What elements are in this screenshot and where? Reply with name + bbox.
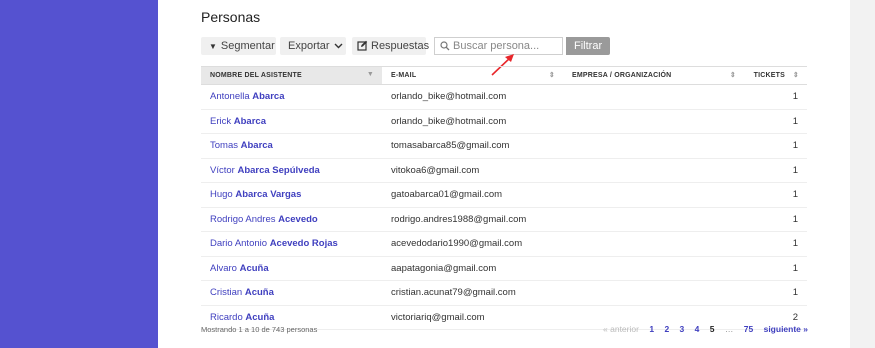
search-icon (440, 41, 450, 51)
column-header-tickets[interactable]: TICKETS ⇕ (744, 66, 807, 85)
person-company (563, 84, 744, 110)
person-tickets: 1 (744, 109, 807, 134)
person-tickets: 1 (744, 182, 807, 208)
person-name-link[interactable]: Tomas Abarca (201, 133, 382, 159)
pagination-page[interactable]: 4 (695, 324, 700, 334)
person-name-link[interactable]: Cristian Acuña (201, 280, 382, 306)
right-margin-band (850, 0, 875, 348)
page-title: Personas (201, 9, 261, 25)
table-row: Erick Abarca orlando_bike@hotmail.com 1 (201, 109, 807, 134)
export-label: Exportar (288, 40, 330, 52)
sort-icon: ⇕ (548, 72, 555, 79)
people-table: NOMBRE DEL ASISTENTE ▼ E-MAIL ⇕ EMPRESA / … (201, 66, 807, 330)
person-tickets: 1 (744, 256, 807, 281)
person-company (563, 109, 744, 134)
segment-button[interactable]: ▼ Segmentar (201, 37, 276, 55)
column-header-company[interactable]: EMPRESA / ORGANIZACIÓN ⇕ (563, 66, 744, 85)
column-header-name[interactable]: NOMBRE DEL ASISTENTE ▼ (201, 66, 382, 85)
person-company (563, 231, 744, 257)
filter-button[interactable]: Filtrar (566, 37, 611, 55)
person-tickets: 1 (744, 280, 807, 306)
responses-button[interactable]: Respuestas (352, 37, 430, 55)
caret-down-icon: ▼ (209, 42, 217, 51)
table-row: Dario Antonio Acevedo Rojas acevedodario… (201, 231, 807, 257)
person-tickets: 1 (744, 84, 807, 110)
pagination-current-page: 5 (709, 324, 715, 334)
person-company (563, 182, 744, 208)
person-email: orlando_bike@hotmail.com (382, 84, 563, 110)
person-name-link[interactable]: Víctor Abarca Sepúlveda (201, 158, 382, 183)
left-sidebar-band (0, 0, 158, 348)
table-row: Antonella Abarca orlando_bike@hotmail.co… (201, 84, 807, 110)
table-row: Rodrigo Andres Acevedo rodrigo.andres198… (201, 207, 807, 232)
responses-label: Respuestas (371, 40, 430, 52)
column-header-email[interactable]: E-MAIL ⇕ (382, 66, 563, 85)
person-name-link[interactable]: Dario Antonio Acevedo Rojas (201, 231, 382, 257)
pagination-prev[interactable]: « anterior (603, 324, 639, 334)
pagination-last-page[interactable]: 75 (744, 324, 753, 334)
person-name-link[interactable]: Alvaro Acuña (201, 256, 382, 281)
person-name-link[interactable]: Erick Abarca (201, 109, 382, 134)
person-email: tomasabarca85@gmail.com (382, 133, 563, 159)
person-company (563, 280, 744, 306)
table-header-row: NOMBRE DEL ASISTENTE ▼ E-MAIL ⇕ EMPRESA / … (201, 66, 807, 85)
sort-icon: ⇕ (792, 72, 799, 79)
person-email: acevedodario1990@gmail.com (382, 231, 563, 257)
person-company (563, 133, 744, 159)
segment-label: Segmentar (220, 40, 275, 52)
pagination: « anterior 1 2 3 4 5 … 75 siguiente » (595, 324, 808, 334)
table-row: Cristian Acuña cristian.acunat79@gmail.c… (201, 280, 807, 306)
table-row: Víctor Abarca Sepúlveda vitokoa6@gmail.c… (201, 158, 807, 183)
person-name-link[interactable]: Hugo Abarca Vargas (201, 182, 382, 208)
pagination-page[interactable]: 3 (680, 324, 685, 334)
table-row: Tomas Abarca tomasabarca85@gmail.com 1 (201, 133, 807, 159)
person-company (563, 207, 744, 232)
pagination-ellipsis: … (724, 324, 734, 334)
person-tickets: 1 (744, 133, 807, 159)
person-email: gatoabarca01@gmail.com (382, 182, 563, 208)
pagination-next[interactable]: siguiente » (764, 324, 808, 334)
table-row: Hugo Abarca Vargas gatoabarca01@gmail.co… (201, 182, 807, 208)
person-email: aapatagonia@gmail.com (382, 256, 563, 281)
edit-icon (357, 40, 368, 51)
person-email: cristian.acunat79@gmail.com (382, 280, 563, 306)
pagination-page[interactable]: 2 (664, 324, 669, 334)
person-email: victoriariq@gmail.com (382, 305, 563, 330)
person-tickets: 1 (744, 207, 807, 232)
sort-icon: ⇕ (729, 72, 736, 79)
sort-icon: ▼ (366, 71, 374, 78)
person-email: vitokoa6@gmail.com (382, 158, 563, 183)
export-button[interactable]: Exportar (280, 37, 346, 55)
person-email: rodrigo.andres1988@gmail.com (382, 207, 563, 232)
person-name-link[interactable]: Rodrigo Andres Acevedo (201, 207, 382, 232)
person-name-link[interactable]: Antonella Abarca (201, 84, 382, 110)
pagination-page[interactable]: 1 (649, 324, 654, 334)
person-company (563, 256, 744, 281)
person-email: orlando_bike@hotmail.com (382, 109, 563, 134)
person-company (563, 158, 744, 183)
chevron-down-icon (334, 37, 343, 55)
search-placeholder: Buscar persona... (453, 40, 540, 52)
table-row: Alvaro Acuña aapatagonia@gmail.com 1 (201, 256, 807, 281)
person-tickets: 1 (744, 158, 807, 183)
person-tickets: 1 (744, 231, 807, 257)
results-summary: Mostrando 1 a 10 de 743 personas (201, 325, 318, 334)
main-panel: Personas ▼ Segmentar Exportar Respuestas … (158, 0, 850, 348)
